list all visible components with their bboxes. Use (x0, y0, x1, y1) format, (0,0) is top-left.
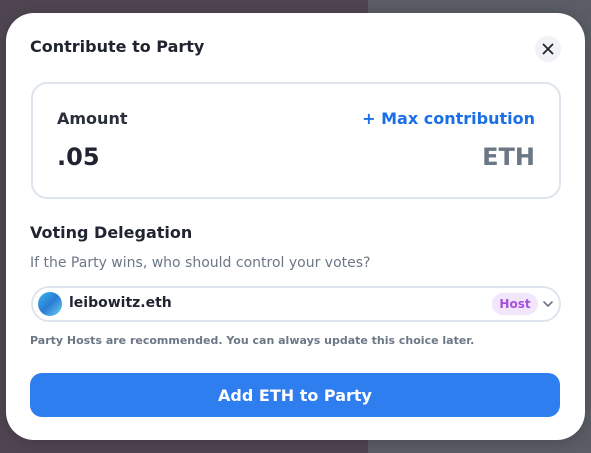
host-badge: Host (492, 293, 538, 315)
amount-label: Amount (57, 109, 128, 128)
chevron-down-icon (543, 301, 553, 307)
modal-title: Contribute to Party (30, 37, 205, 56)
voting-delegation-question: If the Party wins, who should control yo… (30, 255, 371, 271)
close-icon (542, 43, 554, 55)
amount-input[interactable]: .05 (57, 143, 100, 171)
max-contribution-link[interactable]: + Max contribution (362, 109, 535, 128)
voting-delegation-title: Voting Delegation (30, 223, 193, 242)
add-eth-button[interactable]: Add ETH to Party (30, 373, 560, 417)
delegate-select[interactable]: leibowitz.eth Host (31, 286, 561, 322)
currency-label: ETH (482, 143, 535, 171)
delegate-avatar (38, 292, 62, 316)
delegation-hint: Party Hosts are recommended. You can alw… (30, 334, 475, 347)
contribute-modal: Contribute to Party Amount + Max contrib… (6, 13, 585, 440)
delegate-name: leibowitz.eth (69, 295, 172, 311)
close-button[interactable] (535, 36, 561, 62)
amount-card: Amount + Max contribution .05 ETH (31, 82, 561, 199)
